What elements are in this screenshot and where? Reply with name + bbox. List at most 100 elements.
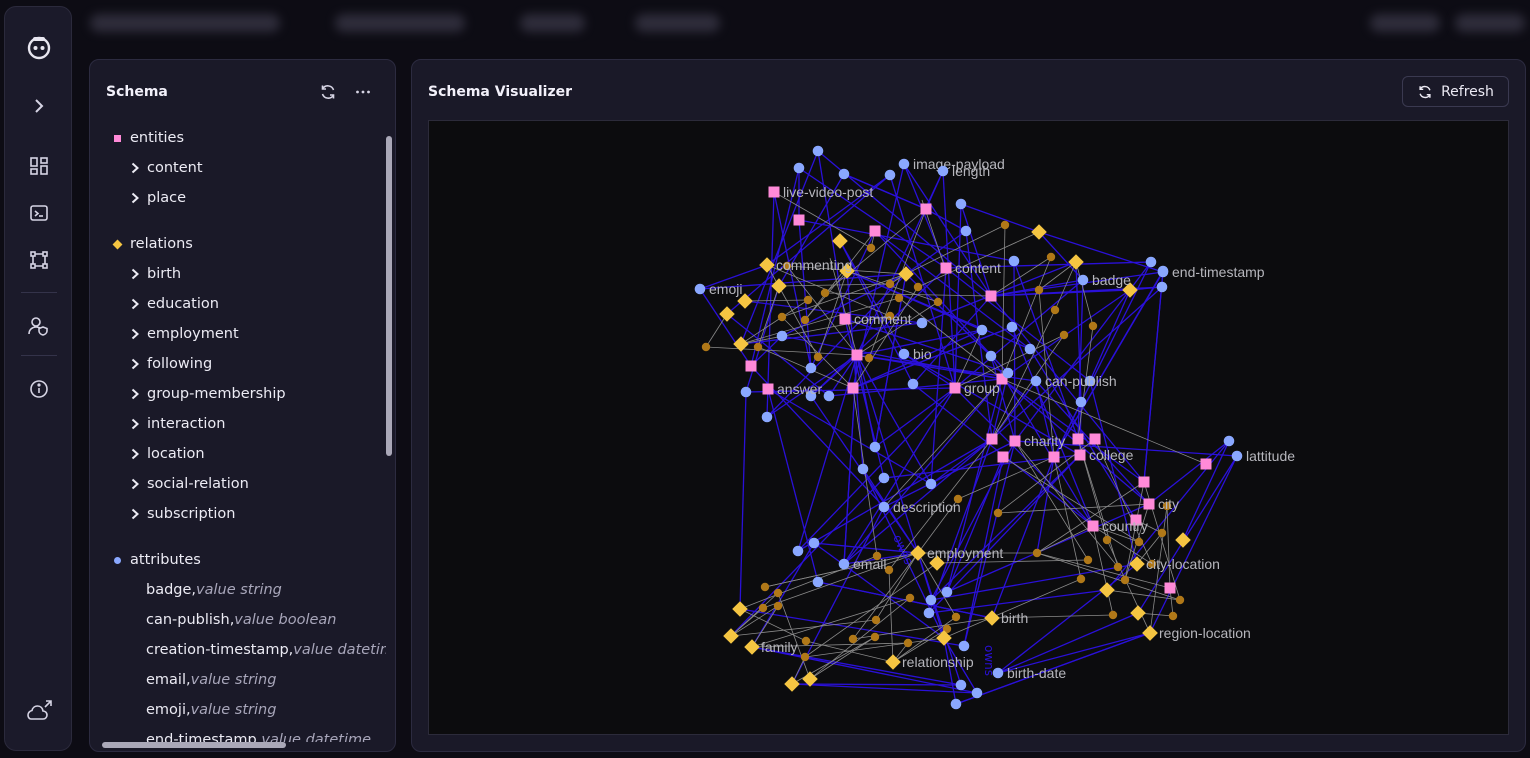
tree-item-email[interactable]: email, value string xyxy=(146,668,276,692)
cloud-external-link-icon[interactable] xyxy=(23,695,55,727)
entity-node[interactable] xyxy=(1072,433,1084,445)
attribute-node[interactable] xyxy=(812,576,824,588)
attribute-node[interactable] xyxy=(955,198,967,210)
attribute-node-length[interactable] xyxy=(937,165,949,177)
attribute-node[interactable] xyxy=(1156,281,1168,293)
role-node[interactable] xyxy=(801,636,811,646)
role-node[interactable] xyxy=(913,282,923,292)
relation-node[interactable] xyxy=(771,278,787,294)
entity-node-answer[interactable] xyxy=(762,383,774,395)
role-node[interactable] xyxy=(951,612,961,622)
tree-item-group-membership[interactable]: group-membership xyxy=(130,382,286,406)
role-node[interactable] xyxy=(866,243,876,253)
attribute-node[interactable] xyxy=(976,324,988,336)
role-node[interactable] xyxy=(773,601,783,611)
schema-tree-vertical-scrollbar[interactable] xyxy=(386,126,392,744)
tree-item-education[interactable]: education xyxy=(130,292,219,316)
role-node[interactable] xyxy=(777,312,787,322)
relation-node[interactable] xyxy=(1099,582,1115,598)
tree-item-interaction[interactable]: interaction xyxy=(130,412,225,436)
role-node[interactable] xyxy=(701,342,711,352)
attribute-node[interactable] xyxy=(923,607,935,619)
role-node[interactable] xyxy=(905,593,915,603)
role-node[interactable] xyxy=(1046,252,1056,262)
entity-node[interactable] xyxy=(745,360,757,372)
attribute-node[interactable] xyxy=(907,378,919,390)
entity-node-country[interactable] xyxy=(1087,520,1099,532)
attribute-node[interactable] xyxy=(869,441,881,453)
tree-item-creation-timestamp[interactable]: creation-timestamp, value datetime xyxy=(146,638,386,662)
attribute-node[interactable] xyxy=(950,698,962,710)
role-node[interactable] xyxy=(760,582,770,592)
attribute-node-emoji[interactable] xyxy=(694,283,706,295)
attribute-node[interactable] xyxy=(1145,256,1157,268)
entity-node[interactable] xyxy=(920,203,932,215)
refresh-button[interactable]: Refresh xyxy=(1402,76,1509,107)
attribute-node-lattitude[interactable] xyxy=(1231,450,1243,462)
role-node[interactable] xyxy=(753,342,763,352)
role-node[interactable] xyxy=(993,508,1003,518)
relation-node[interactable] xyxy=(1068,254,1084,270)
role-node[interactable] xyxy=(1157,528,1167,538)
entity-node[interactable] xyxy=(851,349,863,361)
blurred-user-menu[interactable] xyxy=(1455,14,1525,32)
tree-item-location[interactable]: location xyxy=(130,442,205,466)
entity-node-charity[interactable] xyxy=(1009,435,1021,447)
entity-node[interactable] xyxy=(793,214,805,226)
role-node[interactable] xyxy=(1050,305,1060,315)
entity-node[interactable] xyxy=(986,433,998,445)
attribute-node[interactable] xyxy=(958,640,970,652)
role-node[interactable] xyxy=(870,632,880,642)
attribute-node[interactable] xyxy=(916,317,928,329)
tree-item-following[interactable]: following xyxy=(130,352,212,376)
role-node[interactable] xyxy=(803,295,813,305)
entity-node[interactable] xyxy=(869,225,881,237)
role-node[interactable] xyxy=(933,297,943,307)
tree-item-subscription[interactable]: subscription xyxy=(130,502,235,526)
attribute-node[interactable] xyxy=(925,594,937,606)
role-node[interactable] xyxy=(800,652,810,662)
attribute-node[interactable] xyxy=(884,169,896,181)
attribute-node-can-publish[interactable] xyxy=(1030,375,1042,387)
role-node[interactable] xyxy=(903,638,913,648)
role-node[interactable] xyxy=(1059,330,1069,340)
attribute-node-birth-date[interactable] xyxy=(992,667,1004,679)
tree-item-social-relation[interactable]: social-relation xyxy=(130,472,249,496)
attribute-node[interactable] xyxy=(971,687,983,699)
attribute-node-end-timestamp[interactable] xyxy=(1157,266,1169,278)
attribute-node[interactable] xyxy=(776,330,788,342)
role-node[interactable] xyxy=(1108,610,1118,620)
dashboard-icon[interactable] xyxy=(23,150,55,182)
attribute-node-description[interactable] xyxy=(878,501,890,513)
blurred-database-selector[interactable] xyxy=(335,14,465,32)
relation-node[interactable] xyxy=(732,601,748,617)
blurred-transaction-selector[interactable] xyxy=(520,14,585,32)
attribute-node[interactable] xyxy=(740,386,752,398)
attribute-node[interactable] xyxy=(1006,321,1018,333)
relation-node-family[interactable] xyxy=(744,639,760,655)
entity-node-college[interactable] xyxy=(1074,449,1086,461)
app-logo-icon[interactable] xyxy=(23,31,55,63)
attribute-node[interactable] xyxy=(941,586,953,598)
expand-chevron-icon[interactable] xyxy=(23,90,55,122)
more-options-icon[interactable] xyxy=(351,80,375,104)
attribute-node[interactable] xyxy=(805,362,817,374)
role-node[interactable] xyxy=(1102,535,1112,545)
query-terminal-icon[interactable] xyxy=(23,197,55,229)
entity-node-comment[interactable] xyxy=(839,313,851,325)
attribute-node[interactable] xyxy=(823,390,835,402)
role-node[interactable] xyxy=(1083,555,1093,565)
attribute-node-bio[interactable] xyxy=(898,348,910,360)
entity-node-group[interactable] xyxy=(949,382,961,394)
relation-node-birth[interactable] xyxy=(984,610,1000,626)
blurred-session-selector[interactable] xyxy=(635,14,720,32)
attribute-node[interactable] xyxy=(793,162,805,174)
refresh-icon[interactable] xyxy=(316,80,340,104)
role-node[interactable] xyxy=(773,588,783,598)
attribute-node[interactable] xyxy=(761,411,773,423)
relation-node[interactable] xyxy=(832,233,848,249)
tree-item-end-timestamp[interactable]: end-timestamp, value datetime xyxy=(146,728,371,742)
entity-node-content[interactable] xyxy=(940,262,952,274)
entity-node-city[interactable] xyxy=(1143,498,1155,510)
attribute-node[interactable] xyxy=(925,478,937,490)
